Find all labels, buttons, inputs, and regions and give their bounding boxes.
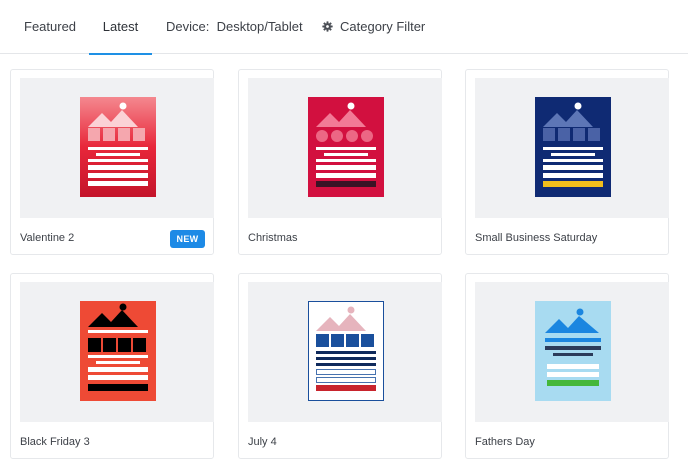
tab-device[interactable]: Device: Desktop/Tablet	[166, 0, 303, 54]
tab-latest[interactable]: Latest	[89, 0, 152, 55]
tab-category-filter-label: Category Filter	[340, 19, 426, 34]
template-thumbnail	[475, 78, 669, 218]
template-preview-image	[535, 97, 611, 197]
template-title: Christmas	[248, 232, 298, 244]
template-title: July 4	[248, 436, 277, 448]
template-thumbnail	[248, 282, 442, 422]
active-tab-indicator	[89, 53, 152, 55]
gear-icon	[322, 21, 333, 32]
template-thumbnail	[20, 78, 214, 218]
tab-latest-label: Latest	[102, 19, 139, 34]
template-preview-image	[80, 97, 156, 197]
template-preview-image	[308, 97, 384, 197]
template-title: Valentine 2	[20, 232, 75, 244]
tab-featured-label: Featured	[24, 19, 77, 34]
tab-featured[interactable]: Featured	[24, 0, 76, 54]
template-preview-image	[535, 301, 611, 401]
template-card-small-business-saturday[interactable]: Small Business Saturday	[465, 69, 669, 255]
template-thumbnail	[248, 78, 442, 218]
tab-device-label: Device: Desktop/Tablet	[166, 19, 303, 34]
template-preview-image	[80, 301, 156, 401]
template-card-july-4[interactable]: July 4	[238, 273, 442, 459]
template-card-black-friday-3[interactable]: Black Friday 3	[10, 273, 214, 459]
template-title: Fathers Day	[475, 436, 535, 448]
template-card-valentine-2[interactable]: Valentine 2 NEW	[10, 69, 214, 255]
new-badge: NEW	[170, 230, 205, 248]
filter-tabs: Featured Latest Device: Desktop/Tablet C…	[0, 0, 688, 55]
template-title: Small Business Saturday	[475, 232, 598, 244]
template-card-fathers-day[interactable]: Fathers Day	[465, 273, 669, 459]
template-title: Black Friday 3	[20, 436, 90, 448]
tab-category-filter[interactable]: Category Filter	[322, 0, 425, 54]
template-thumbnail	[20, 282, 214, 422]
template-card-christmas[interactable]: Christmas	[238, 69, 442, 255]
template-preview-image	[308, 301, 384, 401]
template-thumbnail	[475, 282, 669, 422]
